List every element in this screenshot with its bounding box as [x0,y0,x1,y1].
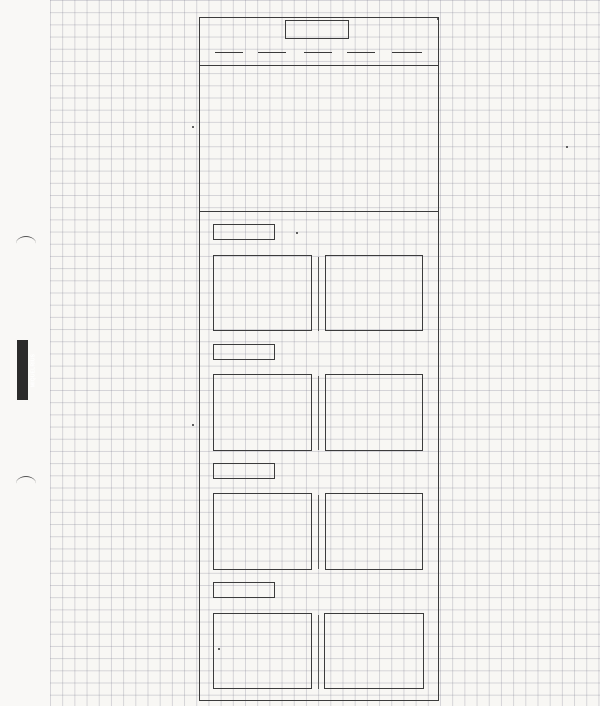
header-divider [200,65,438,66]
pencil-mark [296,232,298,234]
punch-hole-top [16,236,36,251]
card-right [324,613,424,689]
card-left [213,613,312,689]
pencil-mark [192,424,194,426]
pencil-mark [192,126,194,128]
punch-hole-bottom [16,476,36,491]
card-gutter-line [318,376,319,450]
nav-item-4 [347,52,375,53]
section-heading-box [213,224,275,240]
card-right [325,255,423,331]
nav-item-5 [392,52,422,53]
card-left [213,255,312,331]
card-left [213,493,312,570]
section-heading-box [213,582,275,598]
pencil-mark [437,18,439,20]
nav-item-3 [304,52,332,53]
nav-item-1 [215,52,243,53]
header-title-box [285,20,349,39]
pencil-mark [566,146,568,148]
card-left [213,374,312,451]
hero-divider [200,211,438,212]
section-heading-box [213,463,275,479]
section-heading-box [213,344,275,360]
paper-brand-tag [17,340,28,400]
card-gutter-line [318,615,319,689]
paper-brand-label: MIQUELRIUS [30,353,37,388]
card-gutter-line [318,495,319,569]
pencil-mark [218,648,220,650]
nav-item-2 [258,52,286,53]
card-right [325,493,423,570]
card-gutter-line [318,257,319,331]
card-right [325,374,423,451]
